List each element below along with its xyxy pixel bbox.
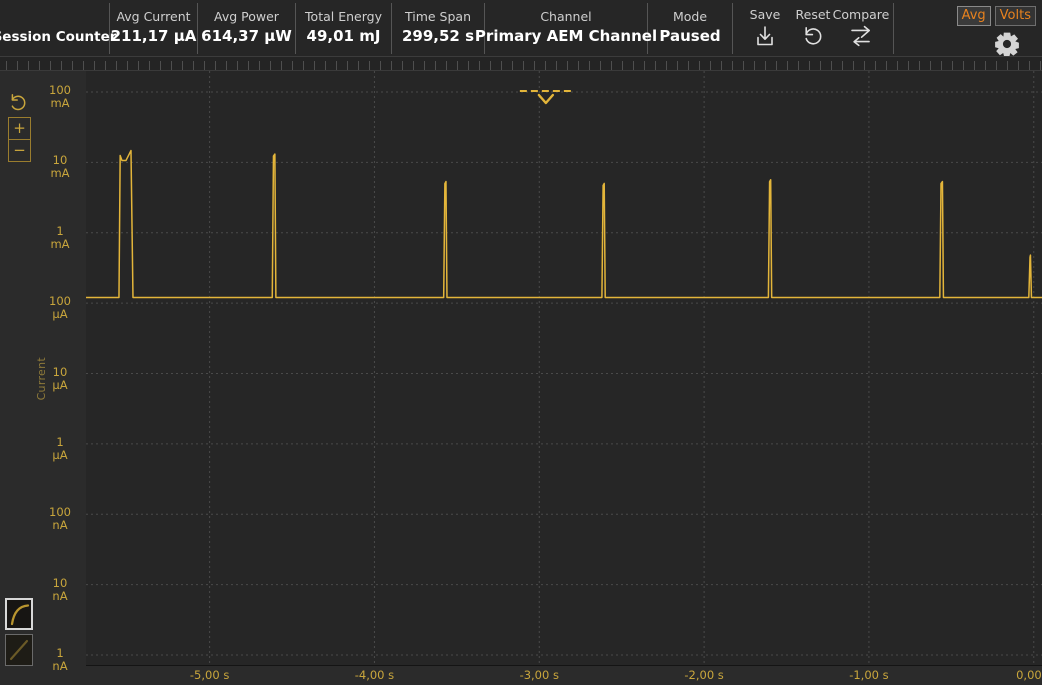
linear-scale-button[interactable] (5, 634, 33, 666)
y-tick-unit: nA (52, 588, 68, 603)
plot-canvas (86, 71, 1042, 666)
compare-button[interactable]: Compare (833, 7, 889, 48)
log-curve-icon (10, 604, 30, 626)
stat-time-span-value: 299,52 s (401, 27, 475, 45)
y-tick-value: 100 (49, 505, 71, 520)
save-button[interactable]: Save (741, 7, 789, 48)
stat-avg-current-value: 211,17 µA (110, 27, 197, 45)
y-tick-unit: nA (52, 659, 68, 673)
channel-value: Primary AEM Channel (474, 27, 658, 45)
x-axis-tick-label: -5,00 s (189, 668, 230, 682)
y-axis-tick-label: 10 mA (38, 154, 82, 180)
linear-line-icon (9, 639, 29, 661)
x-axis-tick-label: -2,00 s (684, 668, 724, 682)
session-counter-label: Session Counter (0, 29, 117, 45)
y-axis-tick-label: 1 mA (38, 223, 82, 251)
stat-total-energy-value: 49,01 mJ (306, 27, 381, 45)
compare-arrows-icon (851, 25, 870, 47)
y-axis-tick-label: 1 nA (38, 647, 82, 673)
zoom-in-button[interactable]: + (9, 118, 30, 140)
y-tick-unit: µA (52, 307, 68, 322)
y-tick-unit: µA (52, 377, 68, 392)
y-tick-value: 1 (56, 434, 64, 449)
y-tick-value: 10 (52, 153, 68, 168)
mode-label: Mode (672, 9, 708, 24)
toggle-avg[interactable]: Avg (956, 6, 991, 26)
stat-avg-current-label: Avg Current (116, 9, 191, 24)
y-tick-value: 10 (52, 575, 68, 590)
reset-zoom-button[interactable] (8, 92, 30, 114)
chevron-down-icon (537, 93, 555, 105)
mode-indicator[interactable]: Mode Paused (648, 3, 733, 54)
y-tick-value: 1 (56, 646, 64, 660)
y-tick-value: 1 (56, 223, 64, 238)
reset-button[interactable]: Reset (789, 7, 837, 48)
y-axis-tick-label: 100 nA (38, 506, 82, 532)
save-button-label: Save (749, 7, 781, 22)
y-tick-value: 10 (52, 364, 68, 379)
chart-tool-rail: + − (0, 71, 38, 685)
unit-toggle-group: Avg Volts (956, 6, 1036, 26)
timeline-ruler[interactable] (0, 57, 1042, 71)
y-axis-tick-label: 100 µA (38, 295, 82, 321)
channel-label: Channel (540, 9, 592, 24)
undo-arrow-icon (11, 94, 26, 111)
zoom-control-group: + − (8, 117, 31, 162)
scale-mode-toggle-group (5, 598, 33, 666)
plot-marker[interactable] (519, 90, 572, 105)
logarithmic-scale-button[interactable] (5, 598, 33, 630)
y-axis: Current 100 mA 10 mA 1 mA 100 µA 10 µA 1 µA 100 nA 10 n… (35, 71, 86, 685)
compare-button-label: Compare (832, 7, 890, 22)
action-button-group: Save Reset Compare (733, 3, 894, 54)
y-axis-tick-label: 1 µA (38, 434, 82, 462)
ruler-ticks (6, 61, 1041, 70)
x-axis: -5,00 s -4,00 s -3,00 s -2,00 s -1,00 s 0,00 … (86, 666, 1042, 685)
save-download-icon (757, 26, 773, 46)
session-counter-cell: Session Counter (0, 3, 116, 54)
x-axis-tick-label: -3,00 s (519, 668, 559, 682)
y-tick-unit: mA (50, 166, 70, 181)
x-axis-tick-label: 0,00 s (1016, 668, 1042, 682)
stat-time-span: Time Span 299,52 s (392, 3, 485, 54)
header-bar: Session Counter Avg Current 211,17 µA Av… (0, 0, 1042, 57)
mode-value: Paused (659, 27, 721, 45)
y-tick-unit: mA (50, 236, 70, 251)
stat-avg-power-value: 614,37 µW (201, 27, 292, 45)
gear-icon (995, 32, 1019, 57)
statistics-bar: Session Counter Avg Current 211,17 µA Av… (0, 3, 894, 54)
stat-avg-power: Avg Power 614,37 µW (198, 3, 296, 54)
x-axis-tick-label: -1,00 s (849, 668, 889, 682)
stat-avg-power-label: Avg Power (214, 9, 279, 24)
y-tick-value: 100 (49, 294, 71, 309)
current-waveform-plot[interactable] (86, 71, 1042, 666)
y-axis-tick-label: 10 µA (38, 364, 82, 392)
y-tick-value: 100 (49, 83, 71, 97)
zoom-out-button[interactable]: − (9, 140, 30, 161)
current-trace (86, 149, 1042, 299)
y-tick-unit: nA (52, 518, 68, 533)
settings-button[interactable] (992, 30, 1022, 57)
x-axis-tick-label: -4,00 s (354, 668, 395, 682)
y-tick-unit: mA (50, 96, 70, 110)
y-axis-tick-label: 100 mA (38, 84, 82, 110)
power-profiler-window: Session Counter Avg Current 211,17 µA Av… (0, 0, 1042, 685)
stat-time-span-label: Time Span (404, 9, 471, 24)
stat-total-energy-label: Total Energy (305, 9, 382, 24)
reset-circular-arrow-icon (805, 27, 822, 45)
stat-avg-current: Avg Current 211,17 µA (110, 3, 198, 54)
reset-button-label: Reset (795, 7, 831, 22)
stat-total-energy: Total Energy 49,01 mJ (296, 3, 392, 54)
channel-selector[interactable]: Channel Primary AEM Channel (475, 3, 657, 54)
y-tick-unit: µA (52, 447, 68, 462)
y-axis-tick-label: 10 nA (38, 575, 82, 603)
toggle-volts[interactable]: Volts (994, 6, 1036, 26)
